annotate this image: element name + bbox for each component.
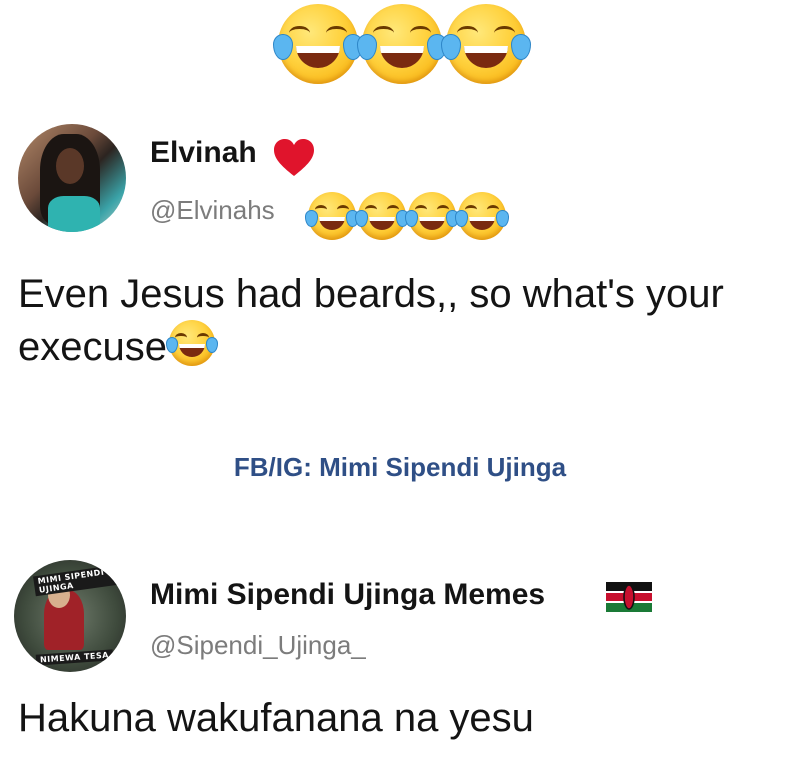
face-with-tears-of-joy-icon [355,192,409,240]
face-with-tears-of-joy-icon [455,192,509,240]
kenya-flag-icon [606,582,652,612]
post-text-content: Even Jesus had beards,, so what's your e… [18,272,724,369]
red-heart-icon [274,139,314,176]
watermark-text: FB/IG: Mimi Sipendi Ujinga [233,452,567,482]
face-with-tears-of-joy-icon [305,192,359,240]
face-with-tears-of-joy-icon [441,4,531,84]
post-text: Hakuna wakufanana na yesu [18,696,534,740]
face-with-tears-of-joy-icon [405,192,459,240]
avatar[interactable]: MIMI SIPENDI UJINGA NIMEWA TESA [14,560,126,672]
face-with-tears-of-joy-icon [166,320,218,366]
avatar-caption: MIMI SIPENDI UJINGA [33,563,126,597]
author-handle[interactable]: @Sipendi_Ujinga_ [150,630,366,661]
face-with-tears-of-joy-icon [273,4,363,84]
avatar-caption: NIMEWA TESA [35,649,114,666]
post-text: Even Jesus had beards,, so what's your e… [18,268,788,373]
face-with-tears-of-joy-icon [357,4,447,84]
author-handle[interactable]: @Elvinahs [150,195,275,226]
author-name[interactable]: Elvinah [150,136,257,170]
avatar[interactable] [18,124,126,232]
handle-emoji-row [305,192,509,240]
top-emoji-row [273,4,531,84]
author-name[interactable]: Mimi Sipendi Ujinga Memes [150,578,545,612]
